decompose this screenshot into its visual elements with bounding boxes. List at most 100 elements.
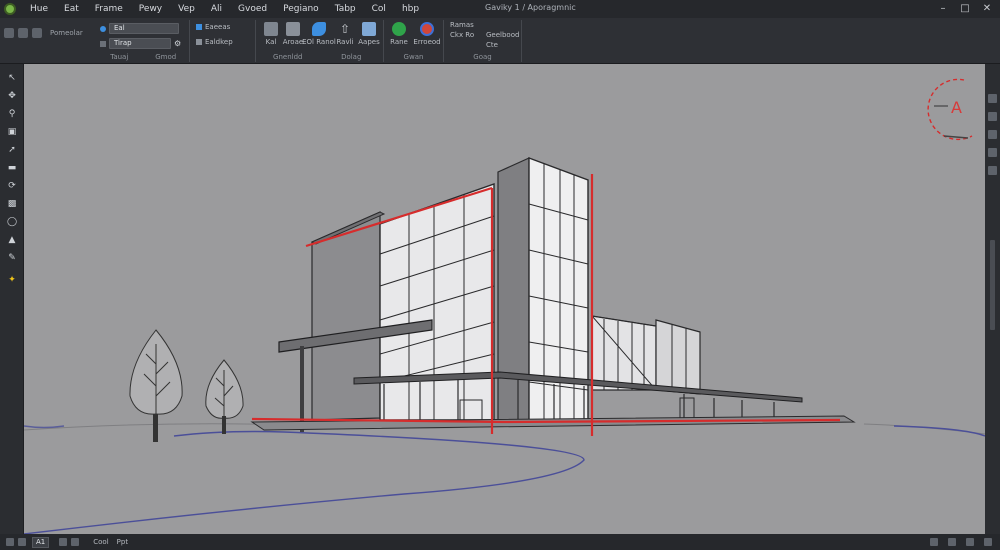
group-label-3: Gnenldd — [273, 53, 303, 61]
group-label-5: Gwan — [403, 53, 424, 61]
ortho-toggle-icon[interactable] — [966, 538, 974, 546]
left-toolbar: ↖ ✥ ⚲ ▣ ➚ ▬ ⟳ ▩ ◯ ▲ ✎ ✦ — [0, 64, 24, 534]
gear-icon[interactable]: ⚙ — [174, 39, 181, 48]
tool-label-5: Aapes — [358, 38, 380, 46]
group-label-4: Dolag — [341, 53, 362, 61]
menu-item-7[interactable]: Gvoed — [230, 4, 275, 14]
layers-icon — [362, 22, 376, 36]
tool-button-5[interactable]: Aapes — [354, 22, 384, 46]
coordinate-box[interactable]: A1 — [32, 536, 50, 548]
move-icon[interactable]: ✥ — [6, 90, 18, 101]
close-icon[interactable]: ✕ — [978, 1, 996, 16]
ground-line — [863, 423, 985, 435]
menu-item-2[interactable]: Eat — [56, 4, 87, 14]
tool-label-6: Rane — [390, 38, 408, 46]
ribbon-group-4: Rane Erroeod Gwan — [384, 20, 444, 62]
settings-icon[interactable] — [984, 538, 992, 546]
shape-icon — [286, 22, 300, 36]
option-2-label: Ealdkep — [205, 38, 233, 46]
line-icon[interactable]: ➚ — [6, 144, 18, 155]
view-tool-icon[interactable] — [988, 166, 997, 175]
side-option-4[interactable]: Cte — [486, 41, 498, 49]
select-icon[interactable]: ↖ — [6, 72, 18, 83]
quick-access-label: Pomeolar — [50, 29, 83, 37]
path-curve — [24, 425, 65, 429]
pencil-icon[interactable]: ✎ — [6, 252, 18, 263]
menu-item-9[interactable]: Tabp — [327, 4, 364, 14]
rectangle-icon[interactable]: ▬ — [6, 162, 18, 173]
status-icon[interactable] — [6, 538, 14, 546]
tool-label-1: Kal — [265, 38, 277, 46]
quick-access-bar: Pomeolar — [4, 28, 83, 38]
tool-label-4: Ravli — [336, 38, 354, 46]
group-label-1: Tauaj — [110, 53, 129, 61]
menu-bar: Hue Eat Frame Pewy Vep Ali Gvoed Pegiano… — [0, 0, 1000, 18]
tool-button-7[interactable]: Erroeod — [412, 22, 442, 46]
menu-item-5[interactable]: Vep — [170, 4, 203, 14]
option-1-label: Eaeeas — [205, 23, 231, 31]
menu-item-1[interactable]: Hue — [22, 4, 56, 14]
checkbox-icon[interactable] — [196, 39, 202, 45]
view-tool-icon[interactable] — [988, 148, 997, 157]
undo-icon[interactable] — [4, 28, 14, 38]
tool-button-6[interactable]: Rane — [384, 22, 414, 46]
path-curve — [893, 425, 985, 437]
grid-toggle-icon[interactable] — [930, 538, 938, 546]
menu-item-3[interactable]: Frame — [87, 4, 131, 14]
app-logo-icon[interactable] — [4, 3, 16, 15]
building-tower — [379, 156, 589, 425]
side-option-1[interactable]: Ramas — [450, 21, 474, 29]
menu-item-8[interactable]: Pegiano — [275, 4, 327, 14]
group-label-6: Goag — [473, 53, 492, 61]
side-option-2[interactable]: Ckx Ro — [450, 31, 474, 39]
group-label-2: Gmod — [155, 53, 177, 61]
ribbon: Pomeolar Eal Tirap ⚙ Tauaj Gmod Eaeeas E… — [0, 18, 1000, 64]
star-icon[interactable]: ✦ — [6, 274, 18, 285]
zoom-icon[interactable]: ⚲ — [6, 108, 18, 119]
menu-item-10[interactable]: Col — [364, 4, 394, 14]
square-icon — [100, 40, 106, 47]
ribbon-group-1: Eal Tirap ⚙ Tauaj Gmod — [96, 20, 190, 62]
redo-icon[interactable] — [18, 28, 28, 38]
status-icon[interactable] — [18, 538, 26, 546]
minimize-icon[interactable]: – — [934, 1, 952, 16]
paint-icon[interactable]: ▲ — [6, 234, 18, 245]
compass-letter: A — [951, 98, 962, 117]
status-icon[interactable] — [59, 538, 68, 546]
building-left-block — [310, 211, 386, 421]
side-option-3[interactable]: Geelbood — [486, 31, 519, 39]
path-curve — [24, 430, 585, 534]
status-right-group — [930, 538, 992, 546]
dropdown-1[interactable]: Eal — [109, 23, 179, 34]
menu-item-4[interactable]: Pewy — [131, 4, 170, 14]
cube-icon — [264, 22, 278, 36]
right-toolbar — [985, 64, 1000, 534]
menu-item-11[interactable]: hbp — [394, 4, 427, 14]
dot-icon — [100, 25, 106, 32]
green-blob-icon — [392, 22, 406, 36]
ribbon-group-5: Ramas Ckx Ro Geelbood Cte Goag — [444, 20, 522, 62]
status-text-2: Ppt — [116, 538, 129, 546]
ribbon-group-3: Kal Aroae EOl Ranol ⇧ Ravli Aapes Gnenld… — [256, 20, 384, 62]
checkbox-icon[interactable] — [196, 24, 202, 30]
rotate-icon[interactable]: ⟳ — [6, 180, 18, 191]
menu-item-6[interactable]: Ali — [203, 4, 230, 14]
status-icon[interactable] — [71, 538, 80, 546]
save-icon[interactable] — [32, 28, 42, 38]
view-tool-icon[interactable] — [988, 130, 997, 139]
status-text-1: Cool — [93, 538, 109, 546]
view-tool-icon[interactable] — [988, 94, 997, 103]
tree-right — [205, 359, 244, 434]
drawing-canvas[interactable]: A — [24, 64, 985, 534]
snap-toggle-icon[interactable] — [948, 538, 956, 546]
orbit-icon[interactable]: ◯ — [6, 216, 18, 227]
view-tool-icon[interactable] — [988, 112, 997, 121]
maximize-icon[interactable]: □ — [956, 1, 974, 16]
scrollbar-track[interactable] — [990, 240, 995, 330]
sheet-icon[interactable]: ▩ — [6, 198, 18, 209]
tool-label-7: Erroeod — [413, 38, 441, 46]
status-bar: A1 Cool Ppt — [0, 534, 1000, 550]
dropdown-2[interactable]: Tirap — [109, 38, 171, 49]
box-icon[interactable]: ▣ — [6, 126, 18, 137]
window-controls: – □ ✕ — [934, 1, 996, 16]
